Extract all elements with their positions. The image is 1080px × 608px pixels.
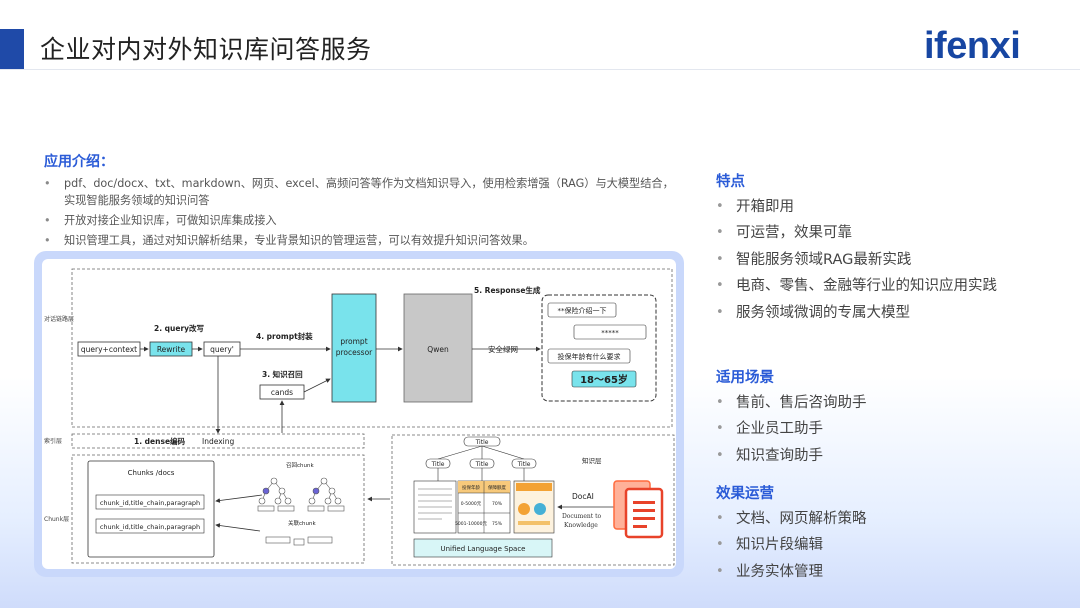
- kb-title-label: Title: [517, 461, 531, 468]
- kb-table-cell: 保障额度: [488, 484, 506, 491]
- kb-table-cell: 5001-10000元: [455, 521, 487, 527]
- layer-label-dialog: 对话链路层: [44, 315, 74, 323]
- scenarios-title: 适用场景: [716, 370, 774, 386]
- operation-item: 知识片段编辑: [716, 535, 1076, 561]
- layer-label-chunk: Chunk层: [44, 516, 69, 523]
- arrow: [303, 378, 331, 393]
- intro-title: 应用介绍：: [44, 154, 114, 170]
- intro-bullet: pdf、doc/docx、txt、markdown、网页、excel、高频问答等…: [44, 175, 684, 209]
- intro-list: pdf、doc/docx、txt、markdown、网页、excel、高频问答等…: [44, 175, 684, 252]
- layer-label-index: 索引层: [44, 437, 62, 445]
- prompt-processor-label: prompt: [340, 337, 367, 346]
- doc-knowledge-label: Knowledge: [564, 522, 598, 529]
- step4-label: 4. prompt封装: [256, 331, 313, 341]
- chunk-item-label: chunk_id,title_chain,paragraph: [100, 523, 200, 531]
- link-chunk-label: 关联chunk: [288, 519, 316, 527]
- operations-title: 效果运营: [716, 486, 774, 502]
- qwen-label: Qwen: [427, 345, 449, 354]
- tree-edge: [481, 445, 525, 460]
- architecture-diagram-frame: 对话链路层 索引层 Chunk层 query+context Rewrite q…: [34, 251, 684, 577]
- header-divider: [0, 69, 1080, 70]
- recall-tree-2: [307, 477, 345, 512]
- intro-bullet: 开放对接企业知识库，可做知识库集成接入: [44, 212, 684, 229]
- feature-item: 开箱即用: [716, 197, 1076, 223]
- kb-title-label: Title: [431, 461, 445, 468]
- kb-table-cell: 投保年龄: [462, 484, 480, 491]
- query-context-label: query+context: [81, 345, 137, 354]
- recall-tree-1: [257, 477, 295, 512]
- chunk-item-label: chunk_id,title_chain,paragraph: [100, 499, 200, 507]
- kb-title-label: Title: [475, 461, 489, 468]
- kb-image-snippet: [513, 480, 555, 534]
- scenario-item: 售前、售后咨询助手: [716, 393, 1076, 419]
- kb-table-cell: 75%: [492, 521, 503, 527]
- kb-table-cell: 70%: [492, 501, 503, 507]
- step1-label: 1. dense编码: [134, 436, 186, 446]
- recall-chunk-label: 召回chunk: [286, 462, 314, 469]
- feature-item: 电商、零售、金融等行业的知识应用实践: [716, 276, 1076, 302]
- indexing-label: Indexing: [202, 437, 234, 446]
- doc-knowledge-label: Document to: [562, 513, 601, 520]
- intro-bullet: 知识管理工具，通过对知识解析结果，专业背景知识的管理运营，可以有效提升知识问答效…: [44, 232, 684, 249]
- feature-item: 服务领域微调的专属大模型: [716, 303, 1076, 329]
- safety-label: 安全绿网: [488, 344, 518, 354]
- kb-layer-label: 知识层: [582, 456, 602, 465]
- operations-list: 文档、网页解析策略 知识片段编辑 业务实体管理: [716, 509, 1076, 588]
- step2-label: 2. query改写: [154, 323, 205, 333]
- chunks-title: Chunks /docs: [128, 469, 175, 477]
- step5-label: 5. Response生成: [474, 285, 541, 295]
- feature-item: 可运营，效果可靠: [716, 223, 1076, 249]
- kb-title-label: Title: [475, 439, 489, 446]
- cands-label: cands: [271, 388, 293, 397]
- page-title: 企业对内对外知识库问答服务: [40, 35, 372, 64]
- rewrite-label: Rewrite: [157, 345, 186, 354]
- document-stack-icon: [613, 480, 664, 539]
- header-accent-bar: [0, 29, 24, 69]
- step3-label: 3. 知识召回: [262, 369, 303, 379]
- scenario-item: 企业员工助手: [716, 419, 1076, 445]
- response-text: 投保年龄有什么要求: [558, 352, 621, 361]
- response-text: *****: [601, 329, 619, 337]
- arrow: [215, 523, 261, 532]
- brand-logo: ifenxi: [924, 25, 1021, 67]
- operation-item: 业务实体管理: [716, 562, 1076, 588]
- scenario-item: 知识查询助手: [716, 446, 1076, 472]
- tree-edge: [437, 445, 483, 460]
- feature-item: 智能服务领域RAG最新实践: [716, 250, 1076, 276]
- query-prime-label: query': [210, 345, 234, 354]
- scenarios-list: 售前、售后咨询助手 企业员工助手 知识查询助手: [716, 393, 1076, 472]
- docai-label: DocAI: [572, 492, 594, 501]
- features-list: 开箱即用 可运营，效果可靠 智能服务领域RAG最新实践 电商、零售、金融等行业的…: [716, 197, 1076, 329]
- arrow: [215, 494, 263, 503]
- response-text: **保险介绍一下: [558, 306, 607, 315]
- prompt-processor-label: processor: [336, 348, 373, 357]
- unified-space-label: Unified Language Space: [441, 545, 526, 553]
- link-chunk-blocks: [265, 536, 333, 546]
- response-answer: 18～65岁: [580, 373, 628, 386]
- kb-table-cell: 0-5000元: [461, 501, 482, 507]
- architecture-diagram: 对话链路层 索引层 Chunk层 query+context Rewrite q…: [42, 259, 676, 569]
- operation-item: 文档、网页解析策略: [716, 509, 1076, 535]
- features-title: 特点: [716, 174, 745, 190]
